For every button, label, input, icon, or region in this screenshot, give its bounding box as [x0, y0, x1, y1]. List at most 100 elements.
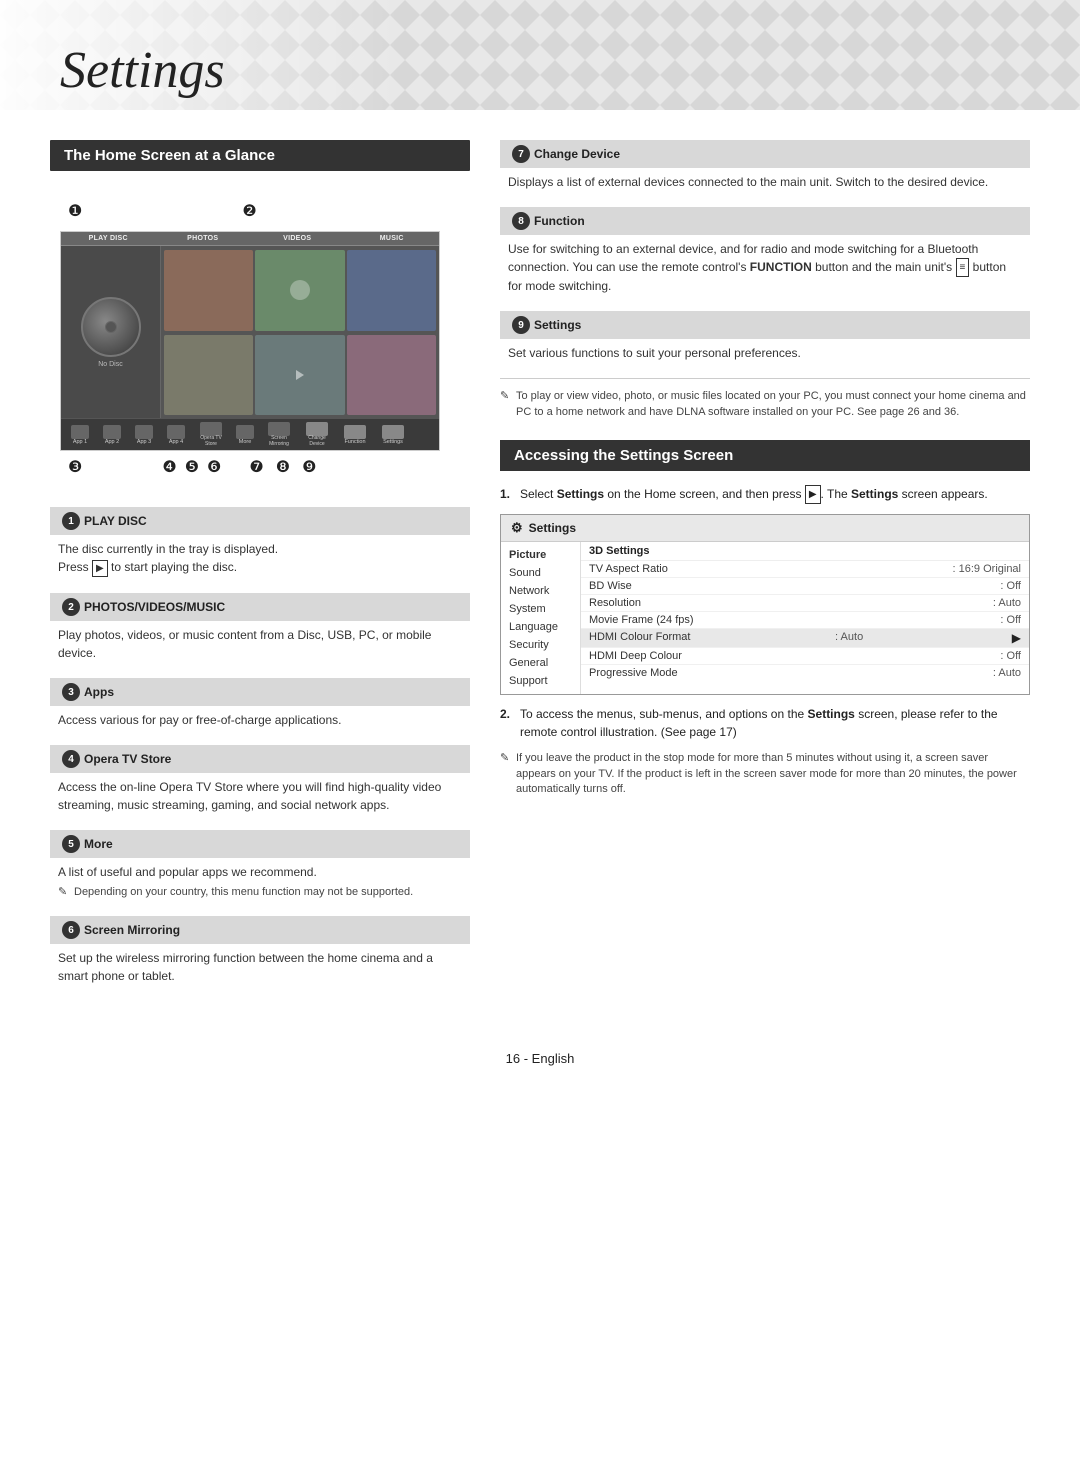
app4-icon — [167, 425, 185, 439]
page-footer: 16 - English — [0, 1051, 1080, 1086]
diag-num-3: ❸ — [68, 457, 82, 477]
settings-table-body: Picture Sound Network System Language Se… — [501, 542, 1029, 694]
badge-3: 3 — [62, 683, 80, 701]
app2-label: App 2 — [105, 439, 119, 445]
item-function-header: 8 Function — [500, 207, 1030, 235]
item-play-disc-header: 1 PLAY DISC — [50, 507, 470, 535]
settings-row-hdmicolor: HDMI Colour Format : Auto ▶ — [581, 629, 1029, 648]
function-icon — [344, 425, 366, 439]
badge-7: 7 — [512, 145, 530, 163]
tv-play-disc-label: PLAY DISC — [61, 232, 156, 245]
item-change-device-body: Displays a list of external devices conn… — [500, 173, 1030, 197]
app3-label: App 3 — [137, 439, 151, 445]
settings-bold3: Settings — [808, 707, 855, 721]
badge-5: 5 — [62, 835, 80, 853]
badge-2: 2 — [62, 598, 80, 616]
item-more-header: 5 More — [50, 830, 470, 858]
disc-icon — [81, 297, 141, 357]
thumb-1 — [164, 250, 253, 331]
step2-number: 2. — [500, 705, 510, 723]
tv-videos-label: VIDEOS — [250, 232, 345, 245]
item-photos-header: 2 PHOTOS/VIDEOS/MUSIC — [50, 593, 470, 621]
app1-icon — [71, 425, 89, 439]
ok-btn-symbol: ▶ — [805, 485, 821, 504]
settings-menu-security[interactable]: Security — [501, 636, 580, 654]
tv-diagram: PLAY DISC PHOTOS VIDEOS MUSIC No Disc — [60, 231, 440, 451]
left-column: The Home Screen at a Glance ❶ ❷ PLAY DIS… — [50, 140, 470, 1001]
diag-num-4: ❹ — [162, 457, 176, 477]
section1-header: The Home Screen at a Glance — [50, 140, 470, 171]
item-photos-body: Play photos, videos, or music content fr… — [50, 626, 470, 668]
item-settings-desc-body: Set various functions to suit your perso… — [500, 344, 1030, 368]
item-function-body: Use for switching to an external device,… — [500, 240, 1030, 301]
tv-music-label: MUSIC — [345, 232, 440, 245]
item-change-device-header: 7 Change Device — [500, 140, 1030, 168]
arrow-icon: ▶ — [1012, 631, 1021, 645]
no-disc-label: No Disc — [98, 361, 123, 368]
right-note: To play or view video, photo, or music f… — [500, 389, 1030, 420]
badge-4: 4 — [62, 750, 80, 768]
tv-nav-bar: PLAY DISC PHOTOS VIDEOS MUSIC — [61, 232, 439, 246]
right-column: 7 Change Device Displays a list of exter… — [500, 140, 1030, 1001]
badge-6: 6 — [62, 921, 80, 939]
diag-num-7: ❼ — [249, 457, 263, 477]
item-screen-mirroring-body: Set up the wireless mirroring function b… — [50, 949, 470, 991]
tv-photos-label: PHOTOS — [156, 232, 251, 245]
function-btn-symbol: ≡ — [956, 258, 970, 277]
diag-num-1: ❶ — [68, 201, 82, 221]
home-screen-diagram-wrapper: ❶ ❷ PLAY DISC PHOTOS VIDEOS MUSIC — [60, 201, 440, 477]
diag-num-8: ❽ — [276, 457, 290, 477]
settings-menu-support[interactable]: Support — [501, 672, 580, 690]
divider — [500, 378, 1030, 379]
item-screen-mirroring: 6 Screen Mirroring Set up the wireless m… — [50, 916, 470, 991]
settings-row-progressive: Progressive Mode : Auto — [581, 665, 1029, 681]
settings-table: ⚙ Settings Picture Sound Network System … — [500, 514, 1030, 695]
item-play-disc-body: The disc currently in the tray is displa… — [50, 540, 470, 583]
settings-bold: Settings — [557, 487, 604, 501]
item-function: 8 Function Use for switching to an exter… — [500, 207, 1030, 301]
item-photos-videos-music: 2 PHOTOS/VIDEOS/MUSIC Play photos, video… — [50, 593, 470, 668]
settings-label-tv: Settings — [383, 439, 403, 445]
badge-8: 8 — [512, 212, 530, 230]
item-apps-header: 3 Apps — [50, 678, 470, 706]
settings-row-hdmideep: HDMI Deep Colour : Off — [581, 648, 1029, 665]
settings-table-title: ⚙ Settings — [501, 515, 1029, 542]
settings-icon-circle: ⚙ — [511, 520, 523, 536]
accessing-header: Accessing the Settings Screen — [500, 440, 1030, 471]
step1-number: 1. — [500, 485, 510, 503]
function-label: Function — [344, 439, 365, 445]
item-opera-tv: 4 Opera TV Store Access the on-line Oper… — [50, 745, 470, 820]
settings-icon — [382, 425, 404, 439]
settings-menu-general[interactable]: General — [501, 654, 580, 672]
play-btn-symbol: ▶ — [92, 560, 108, 577]
function-bold: FUNCTION — [750, 260, 812, 274]
diag-num-2: ❷ — [242, 201, 256, 221]
app4-label: App 4 — [169, 439, 183, 445]
settings-menu-language[interactable]: Language — [501, 618, 580, 636]
settings-menu-picture[interactable]: Picture — [501, 546, 580, 564]
item-apps-body: Access various for pay or free-of-charge… — [50, 711, 470, 735]
thumb-5 — [347, 335, 436, 416]
thumb-3 — [347, 250, 436, 331]
opera-icon — [200, 422, 222, 436]
change-device-icon — [306, 422, 328, 436]
app3-icon — [135, 425, 153, 439]
settings-row-movieframe: Movie Frame (24 fps) : Off — [581, 612, 1029, 629]
app2-icon — [103, 425, 121, 439]
settings-row-bdwise: BD Wise : Off — [581, 578, 1029, 595]
item-screen-mirroring-header: 6 Screen Mirroring — [50, 916, 470, 944]
page-header-pattern: Settings — [0, 0, 1080, 110]
thumb-2-icon — [290, 280, 310, 300]
thumb-4 — [164, 335, 253, 416]
opera-label: Opera TVStore — [200, 436, 222, 447]
settings-menu-sound[interactable]: Sound — [501, 564, 580, 582]
item-change-device: 7 Change Device Displays a list of exter… — [500, 140, 1030, 197]
settings-menu-network[interactable]: Network — [501, 582, 580, 600]
item-opera-body: Access the on-line Opera TV Store where … — [50, 778, 470, 820]
settings-menu-system[interactable]: System — [501, 600, 580, 618]
item-settings-desc: 9 Settings Set various functions to suit… — [500, 311, 1030, 368]
more-label: More — [239, 439, 252, 445]
badge-1: 1 — [62, 512, 80, 530]
diag-num-9: ❾ — [302, 457, 316, 477]
item-settings-desc-header: 9 Settings — [500, 311, 1030, 339]
